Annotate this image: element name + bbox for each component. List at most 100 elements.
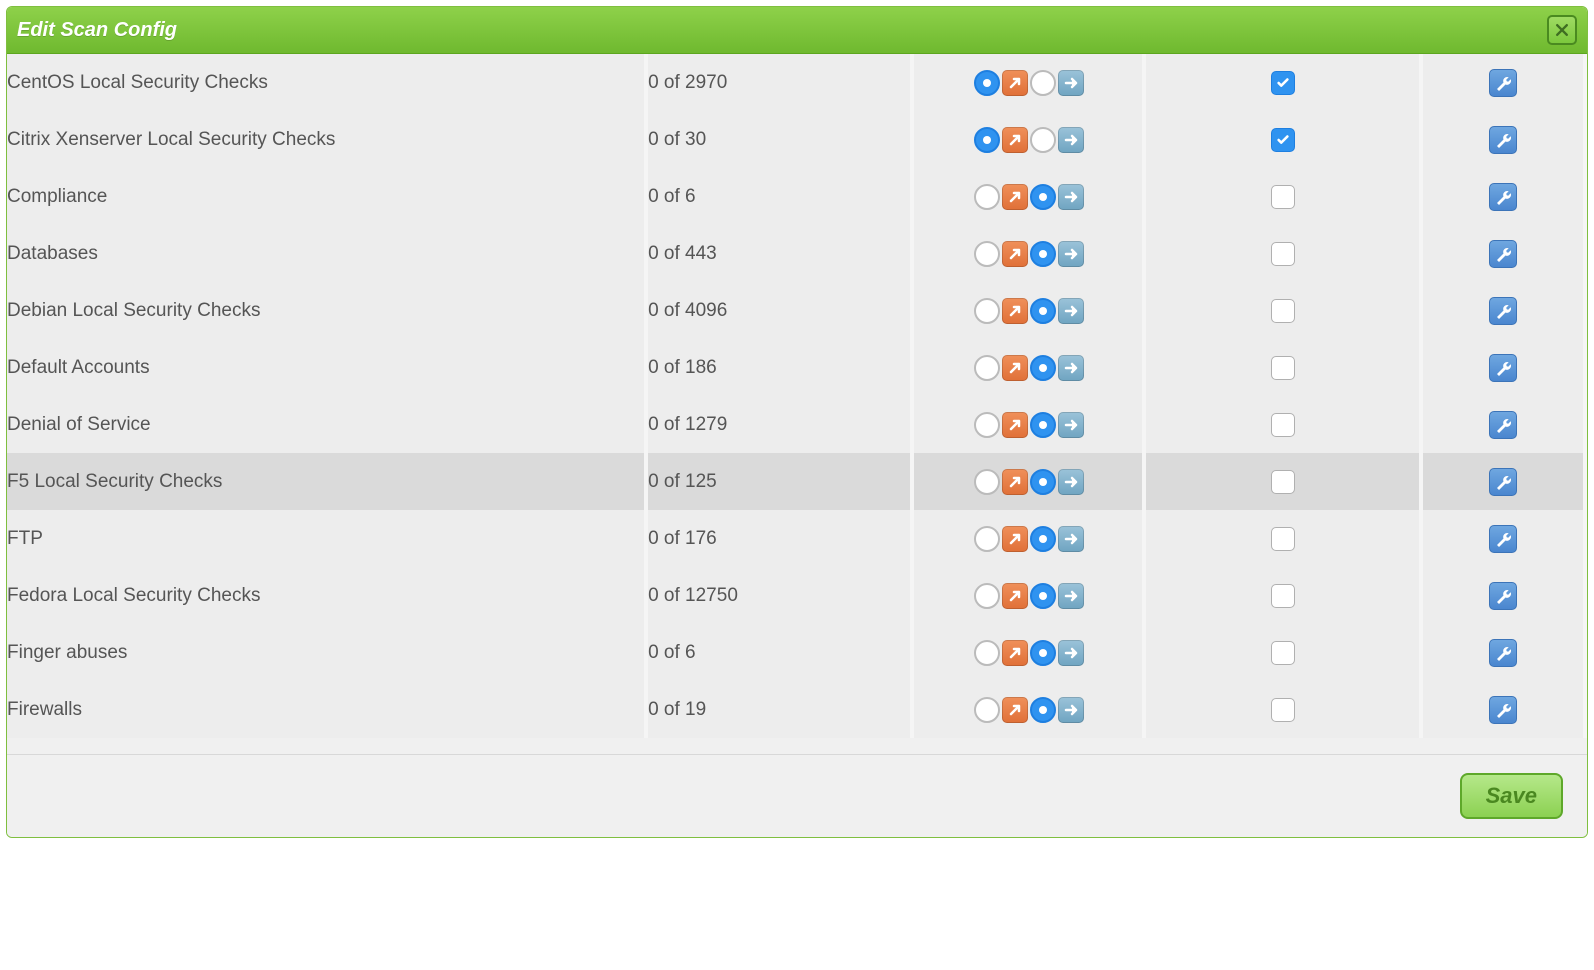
edit-cell (1423, 168, 1587, 225)
trend-radio-static[interactable] (1030, 412, 1056, 438)
edit-cell (1423, 339, 1587, 396)
edit-family-button[interactable] (1489, 639, 1517, 667)
trend-radio-grow[interactable] (974, 298, 1000, 324)
wrench-icon (1497, 704, 1511, 718)
trend-selector[interactable] (972, 241, 1084, 267)
trend-selector[interactable] (972, 298, 1084, 324)
select-all-checkbox[interactable] (1271, 470, 1295, 494)
wrench-icon (1497, 590, 1511, 604)
save-button[interactable]: Save (1460, 773, 1563, 819)
select-cell (1146, 681, 1423, 738)
trend-selector[interactable] (972, 184, 1084, 210)
family-name: Compliance (7, 168, 648, 225)
edit-family-button[interactable] (1489, 468, 1517, 496)
select-all-checkbox[interactable] (1271, 584, 1295, 608)
trend-selector[interactable] (972, 583, 1084, 609)
trend-radio-static[interactable] (1030, 127, 1056, 153)
trend-radio-static[interactable] (1030, 184, 1056, 210)
table-row: Firewalls0 of 19 (7, 681, 1587, 738)
edit-family-button[interactable] (1489, 183, 1517, 211)
trend-flat-icon (1058, 469, 1084, 495)
trend-selector[interactable] (972, 70, 1084, 96)
trend-radio-static[interactable] (1030, 241, 1056, 267)
nvt-count: 0 of 6 (648, 624, 914, 681)
nvt-count: 0 of 186 (648, 339, 914, 396)
trend-selector[interactable] (972, 412, 1084, 438)
wrench-icon (1497, 362, 1511, 376)
trend-selector[interactable] (972, 469, 1084, 495)
select-all-checkbox[interactable] (1271, 71, 1295, 95)
trend-radio-grow[interactable] (974, 697, 1000, 723)
table-row: Finger abuses0 of 6 (7, 624, 1587, 681)
select-all-checkbox[interactable] (1271, 413, 1295, 437)
select-all-checkbox[interactable] (1271, 299, 1295, 323)
trend-radio-grow[interactable] (974, 355, 1000, 381)
trend-radio-static[interactable] (1030, 469, 1056, 495)
trend-selector[interactable] (972, 640, 1084, 666)
trend-radio-grow[interactable] (974, 127, 1000, 153)
trend-cell (914, 681, 1146, 738)
trend-up-icon (1002, 697, 1028, 723)
trend-cell (914, 453, 1146, 510)
dialog-footer: Save (7, 754, 1587, 837)
select-cell (1146, 510, 1423, 567)
edit-family-button[interactable] (1489, 525, 1517, 553)
select-all-checkbox[interactable] (1271, 242, 1295, 266)
trend-up-icon (1002, 127, 1028, 153)
trend-radio-static[interactable] (1030, 70, 1056, 96)
edit-cell (1423, 111, 1587, 168)
edit-family-button[interactable] (1489, 297, 1517, 325)
trend-up-icon (1002, 298, 1028, 324)
wrench-icon (1497, 305, 1511, 319)
close-icon (1554, 22, 1570, 38)
trend-radio-grow[interactable] (974, 241, 1000, 267)
edit-family-button[interactable] (1489, 240, 1517, 268)
table-row: Databases0 of 443 (7, 225, 1587, 282)
edit-family-button[interactable] (1489, 696, 1517, 724)
family-name: Citrix Xenserver Local Security Checks (7, 111, 648, 168)
family-name: Default Accounts (7, 339, 648, 396)
trend-radio-static[interactable] (1030, 355, 1056, 381)
trend-selector[interactable] (972, 697, 1084, 723)
trend-radio-grow[interactable] (974, 526, 1000, 552)
trend-radio-static[interactable] (1030, 583, 1056, 609)
select-all-checkbox[interactable] (1271, 641, 1295, 665)
edit-family-button[interactable] (1489, 354, 1517, 382)
trend-radio-static[interactable] (1030, 526, 1056, 552)
trend-radio-grow[interactable] (974, 412, 1000, 438)
trend-cell (914, 510, 1146, 567)
trend-cell (914, 624, 1146, 681)
trend-flat-icon (1058, 697, 1084, 723)
select-all-checkbox[interactable] (1271, 356, 1295, 380)
edit-family-button[interactable] (1489, 69, 1517, 97)
close-button[interactable] (1547, 15, 1577, 45)
trend-selector[interactable] (972, 355, 1084, 381)
select-all-checkbox[interactable] (1271, 128, 1295, 152)
select-cell (1146, 567, 1423, 624)
trend-radio-static[interactable] (1030, 298, 1056, 324)
edit-family-button[interactable] (1489, 411, 1517, 439)
select-all-checkbox[interactable] (1271, 527, 1295, 551)
trend-radio-static[interactable] (1030, 640, 1056, 666)
wrench-icon (1497, 134, 1511, 148)
select-all-checkbox[interactable] (1271, 698, 1295, 722)
trend-radio-grow[interactable] (974, 70, 1000, 96)
select-all-checkbox[interactable] (1271, 185, 1295, 209)
edit-family-button[interactable] (1489, 582, 1517, 610)
edit-cell (1423, 225, 1587, 282)
trend-selector[interactable] (972, 127, 1084, 153)
trend-radio-grow[interactable] (974, 469, 1000, 495)
trend-radio-grow[interactable] (974, 583, 1000, 609)
edit-family-button[interactable] (1489, 126, 1517, 154)
trend-flat-icon (1058, 241, 1084, 267)
select-cell (1146, 453, 1423, 510)
trend-radio-static[interactable] (1030, 697, 1056, 723)
trend-radio-grow[interactable] (974, 184, 1000, 210)
nvt-family-table: CentOS Local Security Checks0 of 2970Cit… (7, 54, 1587, 738)
trend-selector[interactable] (972, 526, 1084, 552)
trend-radio-grow[interactable] (974, 640, 1000, 666)
table-row: CentOS Local Security Checks0 of 2970 (7, 54, 1587, 111)
trend-cell (914, 225, 1146, 282)
edit-scan-config-dialog: Edit Scan Config CentOS Local Security C… (6, 6, 1588, 838)
trend-up-icon (1002, 469, 1028, 495)
